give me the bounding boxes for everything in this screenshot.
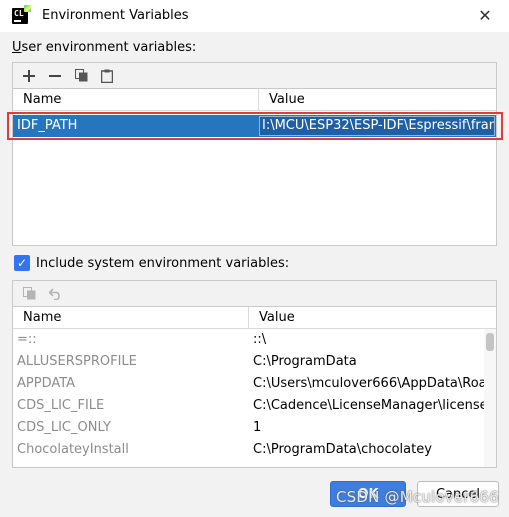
include-system-label: Include system environment variables: [36,255,290,271]
user-table-header: Name Value [13,89,496,111]
window-title: Environment Variables [42,8,189,23]
minus-icon [49,74,61,77]
table-row[interactable]: ALLUSERSPROFILE C:\ProgramData [13,351,496,373]
paste-icon [101,69,113,83]
cancel-button[interactable]: Cancel [417,481,499,507]
env-var-value: C:\ProgramData [253,354,357,369]
column-header-name[interactable]: Name [13,89,259,111]
system-env-toolbar [13,281,496,307]
env-var-name: =:: [17,332,37,347]
env-var-value: C:\ProgramData\chocolatey [253,442,432,457]
table-row[interactable]: CDS_LIC_FILE C:\Cadence\LicenseManager\l… [13,395,496,417]
column-header-name[interactable]: Name [13,307,249,329]
highlight-annotation [7,112,503,140]
env-var-value: C:\Cadence\LicenseManager\license.... [253,398,485,413]
system-table-body: =:: ::\ ALLUSERSPROFILE C:\ProgramData A… [13,329,496,467]
clion-app-icon: CL [12,5,31,24]
env-var-name: APPDATA [17,376,76,391]
system-table-header: Name Value [13,307,496,329]
include-system-checkbox[interactable]: ✓ [14,255,30,271]
env-var-value: C:\Users\mculover666\AppData\Roa... [253,376,485,391]
table-row[interactable]: CDS_LIC_ONLY 1 [13,417,496,439]
add-button[interactable] [19,66,39,86]
scrollbar-thumb[interactable] [486,333,494,351]
env-var-value: 1 [253,420,262,435]
table-row[interactable]: =:: ::\ [13,329,496,351]
vertical-scrollbar[interactable] [484,329,496,467]
env-var-name: ALLUSERSPROFILE [17,354,137,369]
user-env-label: User environment variables: [12,40,197,55]
copy-button-disabled[interactable] [19,284,39,304]
env-var-name: ChocolateyInstall [17,442,129,457]
system-env-panel: Name Value =:: ::\ ALLUSERSPROFILE C:\Pr… [12,280,497,468]
undo-icon [48,287,60,300]
column-header-value[interactable]: Value [249,307,295,329]
include-system-row[interactable]: ✓ Include system environment variables: [14,255,289,271]
title-bar: CL Environment Variables ✕ [0,0,509,32]
copy-icon [74,69,87,82]
table-row[interactable]: ChocolateyInstall C:\ProgramData\chocola… [13,439,496,461]
env-var-value: ::\ [253,332,267,347]
close-button[interactable]: ✕ [475,6,495,26]
ok-button[interactable]: OK [330,481,406,507]
env-var-name: CDS_LIC_ONLY [17,420,111,435]
user-env-panel: Name Value IDF_PATH I:\MCU\ESP32\ESP-IDF… [12,62,497,246]
remove-button[interactable] [45,66,65,86]
env-var-name: CDS_LIC_FILE [17,398,105,413]
plus-icon [23,69,35,82]
paste-button[interactable] [97,66,117,86]
table-row[interactable]: APPDATA C:\Users\mculover666\AppData\Roa… [13,373,496,395]
copy-icon [22,287,35,300]
copy-button[interactable] [71,66,91,86]
column-header-value[interactable]: Value [259,89,305,111]
user-env-toolbar [13,63,496,89]
undo-button-disabled[interactable] [45,284,65,304]
